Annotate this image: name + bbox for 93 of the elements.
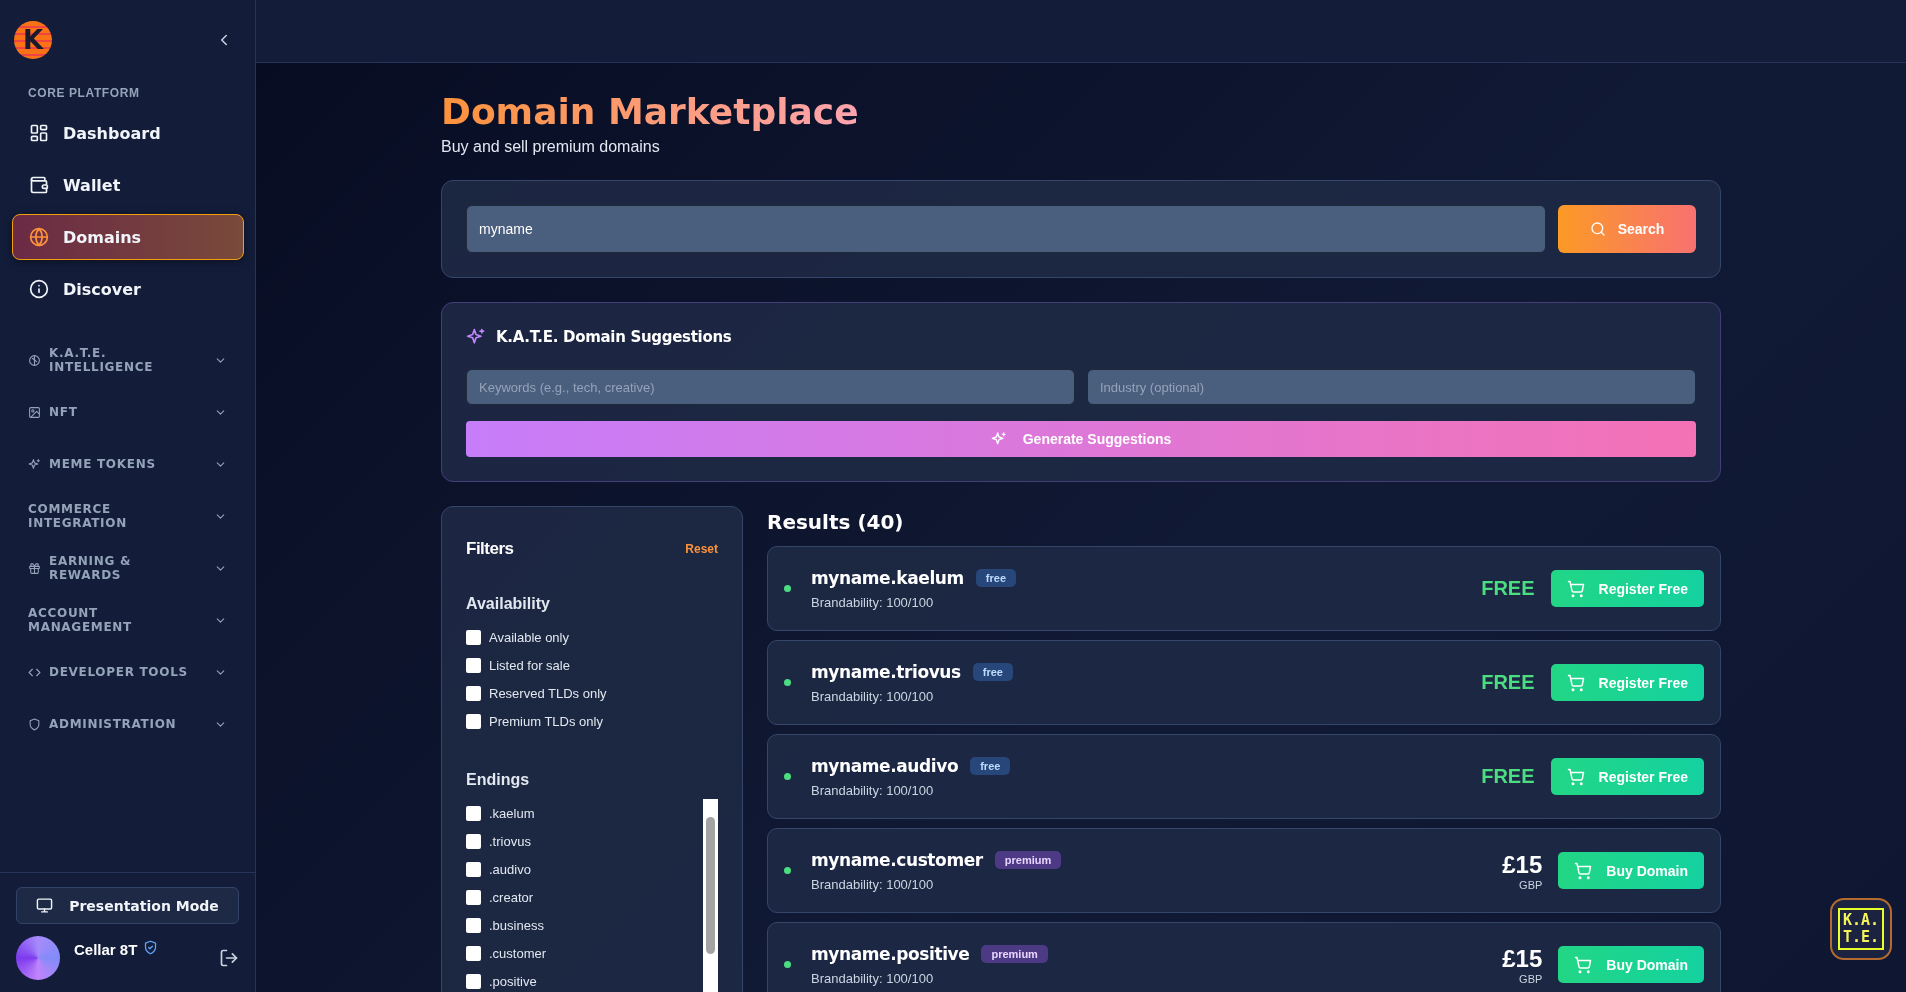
sparkles-icon bbox=[28, 457, 41, 471]
checkbox-label: .creator bbox=[489, 889, 534, 905]
domain-tag: free bbox=[970, 756, 1011, 775]
app-logo: K bbox=[14, 21, 52, 59]
filters-title: Filters bbox=[466, 539, 514, 559]
domain-tag: premium bbox=[981, 944, 1048, 963]
nav-group[interactable]: ACCOUNT MANAGEMENT bbox=[0, 594, 255, 646]
user-avatar bbox=[16, 936, 60, 980]
checkbox-label: .business bbox=[489, 917, 544, 933]
checkbox-label: Premium TLDs only bbox=[489, 713, 603, 729]
cart-icon bbox=[1566, 673, 1585, 692]
currency-label: GBP bbox=[1518, 878, 1543, 891]
nav-item[interactable]: Dashboard bbox=[12, 110, 244, 156]
search-icon bbox=[1589, 221, 1606, 237]
checkbox[interactable] bbox=[466, 685, 481, 701]
checkbox-label: .positive bbox=[489, 973, 537, 989]
nav-group[interactable]: EARNING & REWARDS bbox=[0, 542, 255, 594]
checkbox-label: Listed for sale bbox=[489, 657, 570, 673]
cart-icon bbox=[1574, 861, 1593, 880]
checkbox[interactable] bbox=[466, 861, 481, 877]
domain-tag: free bbox=[975, 568, 1016, 587]
nav-group[interactable]: NFT bbox=[0, 386, 255, 438]
scrollbar[interactable] bbox=[703, 799, 718, 992]
domain-name: myname.positive bbox=[811, 943, 970, 964]
nav-group[interactable]: K.A.T.E. INTELLIGENCE bbox=[0, 334, 255, 386]
checkbox-label: .customer bbox=[489, 945, 547, 961]
dashboard-icon bbox=[29, 123, 49, 143]
checkbox[interactable] bbox=[466, 805, 481, 821]
domain-name: myname.audivo bbox=[811, 755, 959, 776]
domain-price: FREE bbox=[1481, 671, 1535, 694]
section-label: CORE PLATFORM bbox=[27, 85, 141, 102]
info-icon bbox=[29, 279, 49, 299]
brandability-score: Brandability: 100/100 bbox=[811, 688, 935, 704]
nav-group[interactable]: MEME TOKENS bbox=[0, 438, 255, 490]
sparkles-icon bbox=[990, 431, 1007, 447]
nav-item[interactable]: Wallet bbox=[12, 162, 244, 208]
brandability-score: Brandability: 100/100 bbox=[811, 782, 935, 798]
checkbox[interactable] bbox=[466, 657, 481, 673]
verified-shield-icon bbox=[143, 940, 159, 955]
domain-name: myname.triovus bbox=[811, 661, 961, 682]
page-subtitle: Buy and sell premium domains bbox=[441, 138, 661, 156]
globe-icon bbox=[29, 227, 49, 247]
filter-section-title: Availability bbox=[466, 595, 551, 613]
domain-name: myname.customer bbox=[811, 849, 983, 870]
logout-icon bbox=[219, 948, 239, 968]
checkbox[interactable] bbox=[466, 945, 481, 961]
logout-button[interactable] bbox=[219, 948, 239, 968]
nav-item[interactable]: Discover bbox=[12, 266, 244, 312]
brandability-score: Brandability: 100/100 bbox=[811, 970, 935, 986]
presentation-mode-button[interactable]: Presentation Mode bbox=[16, 887, 239, 924]
cart-icon bbox=[1566, 767, 1585, 786]
nav-group[interactable]: ADMINISTRATION bbox=[0, 698, 255, 750]
domain-tag: premium bbox=[994, 850, 1062, 869]
currency-label: GBP bbox=[1518, 972, 1543, 985]
checkbox-label: .triovus bbox=[489, 833, 531, 849]
checkbox[interactable] bbox=[466, 917, 481, 933]
domain-price: FREE bbox=[1481, 765, 1535, 788]
sparkles-icon bbox=[466, 327, 486, 347]
domain-price: £15 bbox=[1502, 944, 1543, 973]
domain-price: FREE bbox=[1481, 577, 1535, 600]
checkbox-label: .kaelum bbox=[489, 805, 535, 821]
checkbox-label: Available only bbox=[489, 629, 569, 645]
nav-group[interactable]: DEVELOPER TOOLS bbox=[0, 646, 255, 698]
industry-field[interactable]: Industry (optional) bbox=[1087, 369, 1696, 405]
monitor-icon bbox=[36, 897, 54, 914]
checkbox[interactable] bbox=[466, 833, 481, 849]
checkbox[interactable] bbox=[466, 713, 481, 729]
suggestions-title: K.A.T.E. Domain Suggestions bbox=[496, 328, 732, 346]
brandability-score: Brandability: 100/100 bbox=[811, 594, 935, 610]
checkbox[interactable] bbox=[466, 889, 481, 905]
image-icon bbox=[28, 405, 41, 419]
wallet-icon bbox=[29, 175, 49, 195]
checkbox[interactable] bbox=[466, 629, 481, 645]
search-field[interactable]: myname bbox=[466, 205, 1546, 253]
cart-icon bbox=[1566, 579, 1585, 598]
reset-link[interactable]: Reset bbox=[685, 542, 718, 556]
shield-icon bbox=[28, 717, 41, 731]
checkbox[interactable] bbox=[466, 973, 481, 989]
keywords-field[interactable]: Keywords (e.g., tech, creative) bbox=[466, 369, 1075, 405]
checkbox-label: .audivo bbox=[489, 861, 531, 877]
domain-name: myname.kaelum bbox=[811, 567, 964, 588]
nav-group[interactable]: COMMERCE INTEGRATION bbox=[0, 490, 255, 542]
results-title: Results (40) bbox=[767, 510, 905, 534]
nav-item[interactable]: Domains bbox=[12, 214, 244, 260]
domain-price: £15 bbox=[1502, 850, 1543, 879]
filter-section-title: Endings bbox=[466, 771, 531, 789]
gift-icon bbox=[28, 561, 41, 575]
assistant-badge[interactable]: K.A. T.E. bbox=[1830, 898, 1892, 960]
cart-icon bbox=[1574, 955, 1593, 974]
user-name: Cellar 8T bbox=[74, 940, 138, 958]
checkbox-label: Reserved TLDs only bbox=[489, 685, 607, 701]
domain-tag: free bbox=[972, 662, 1013, 681]
brandability-score: Brandability: 100/100 bbox=[811, 876, 935, 892]
